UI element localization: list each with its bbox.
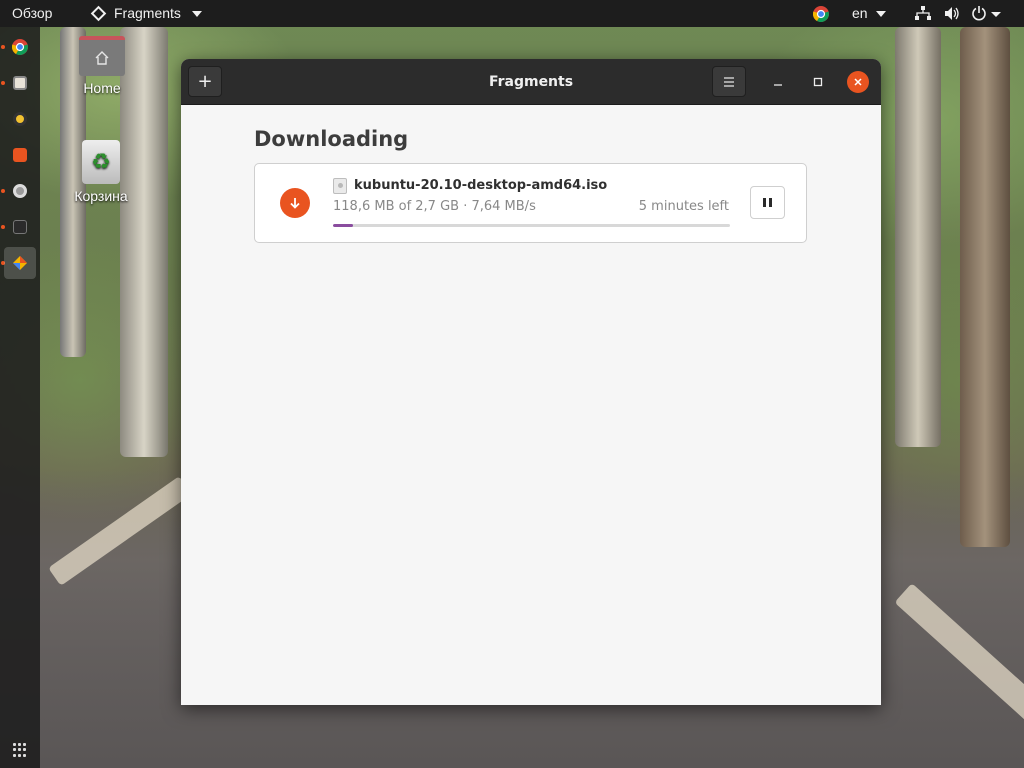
- dock-software-launcher[interactable]: [4, 139, 36, 171]
- language-selector[interactable]: en: [852, 0, 887, 27]
- dock-rhythmbox-launcher[interactable]: [4, 103, 36, 135]
- add-torrent-button[interactable]: +: [188, 66, 222, 97]
- chrome-icon: [12, 39, 28, 55]
- dock-terminal-launcher[interactable]: [4, 211, 36, 243]
- minimize-button[interactable]: [767, 71, 789, 93]
- dock-chrome-launcher[interactable]: [4, 31, 36, 63]
- home-icon: [95, 51, 109, 65]
- pause-icon: [769, 198, 772, 207]
- download-eta: 5 minutes left: [638, 199, 729, 214]
- desktop-home-label: Home: [83, 80, 121, 96]
- maximize-icon: [813, 77, 823, 87]
- download-status-indicator: [280, 188, 310, 218]
- section-title-downloading: Downloading: [254, 127, 409, 151]
- software-store-icon: [13, 148, 27, 162]
- fragments-app-icon: [90, 5, 107, 22]
- dock: [0, 27, 40, 768]
- main-content: Downloading kubuntu-20.10-desktop-amd64.…: [181, 105, 881, 705]
- header-bar: + Fragments: [181, 59, 881, 105]
- download-arrow-icon: [290, 198, 300, 209]
- maximize-button[interactable]: [807, 71, 829, 93]
- settings-icon: [13, 184, 27, 198]
- trash-icon: ♻: [82, 140, 120, 184]
- activities-button[interactable]: Обзор: [12, 0, 52, 27]
- hamburger-menu-icon: [724, 76, 734, 87]
- download-progress-text: 118,6 MB of 2,7 GB · 7,64 MB/s: [333, 199, 536, 214]
- power-menu-icon[interactable]: [971, 5, 1001, 22]
- files-icon: [13, 76, 27, 90]
- dock-fragments-launcher[interactable]: [4, 247, 36, 279]
- fragments-icon: [13, 256, 27, 270]
- terminal-icon: [13, 220, 27, 234]
- top-bar: Обзор Fragments en: [0, 0, 1024, 27]
- show-applications-icon[interactable]: [13, 743, 27, 757]
- wallpaper-trunk: [895, 27, 941, 447]
- app-menu-label: Fragments: [114, 5, 181, 21]
- download-progress-bar: [333, 224, 730, 227]
- dock-files-launcher[interactable]: [4, 67, 36, 99]
- desktop-trash[interactable]: ♻ Корзина: [68, 140, 134, 204]
- network-icon[interactable]: [915, 6, 931, 21]
- desktop-trash-label: Корзина: [74, 188, 128, 204]
- language-label: en: [852, 5, 868, 21]
- chrome-indicator-icon[interactable]: [813, 6, 829, 22]
- fragments-window: + Fragments Downloading kubuntu-20.10-de…: [181, 59, 881, 705]
- chevron-down-icon: [191, 10, 202, 17]
- download-progress-fill: [333, 224, 353, 227]
- wallpaper-trunk: [960, 27, 1010, 547]
- desktop-home-folder[interactable]: Home: [74, 36, 130, 96]
- dock-settings-launcher[interactable]: [4, 175, 36, 207]
- rhythmbox-icon: [13, 112, 27, 126]
- minimize-icon: [774, 84, 782, 86]
- close-icon: [854, 78, 862, 86]
- app-menu-button[interactable]: Fragments: [90, 0, 202, 27]
- pause-button[interactable]: [750, 186, 785, 219]
- volume-icon[interactable]: [944, 6, 960, 21]
- download-file-name: kubuntu-20.10-desktop-amd64.iso: [354, 178, 608, 193]
- close-button[interactable]: [847, 71, 869, 93]
- file-icon: [333, 178, 347, 194]
- pause-icon: [763, 198, 766, 207]
- download-row[interactable]: kubuntu-20.10-desktop-amd64.iso 118,6 MB…: [254, 163, 807, 243]
- folder-icon: [79, 36, 125, 76]
- chevron-down-icon: [876, 11, 887, 18]
- main-menu-button[interactable]: [712, 66, 746, 97]
